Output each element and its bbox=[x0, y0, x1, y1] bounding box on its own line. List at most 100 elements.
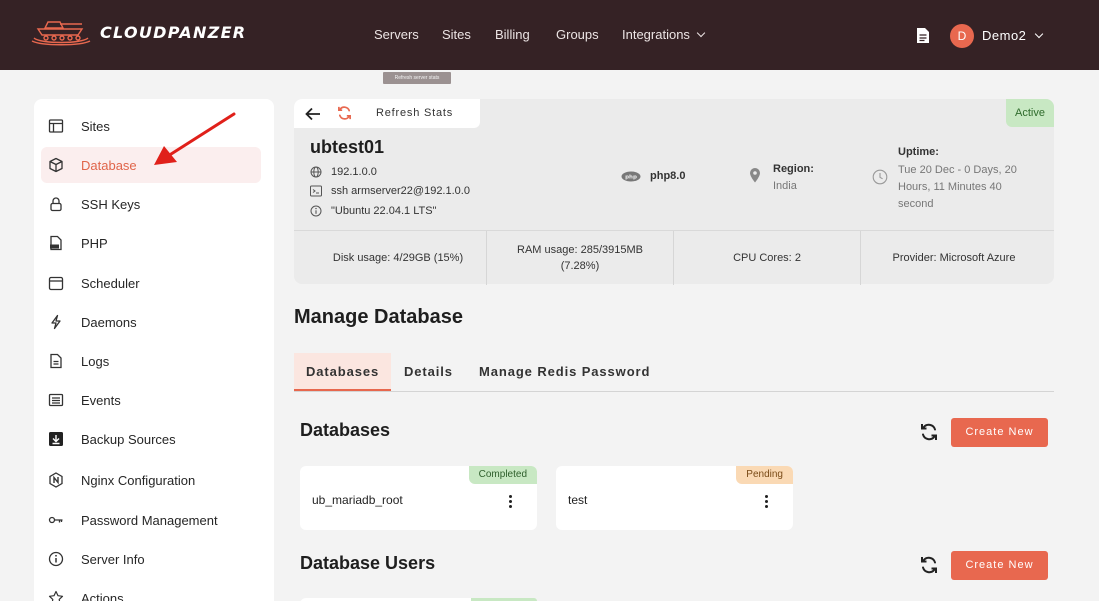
cpu-cores-value: 2 bbox=[794, 252, 801, 264]
sidebar-item-label: Backup Sources bbox=[81, 431, 176, 447]
file-icon bbox=[50, 353, 62, 369]
sidebar-item-ssh-keys[interactable]: SSH Keys bbox=[34, 186, 274, 222]
refresh-icon[interactable] bbox=[337, 105, 352, 121]
terminal-icon bbox=[310, 185, 322, 197]
nav-integrations-label: Integrations bbox=[622, 27, 690, 42]
layout-icon bbox=[48, 119, 64, 133]
avatar[interactable]: D bbox=[950, 24, 974, 48]
sidebar-item-label: Sites bbox=[81, 118, 110, 134]
ram-usage: RAM usage: 285/3915MB (7.28%) bbox=[487, 231, 673, 285]
chevron-down-icon bbox=[696, 28, 706, 38]
nav-groups[interactable]: Groups bbox=[556, 27, 599, 42]
bolt-icon bbox=[51, 314, 61, 330]
sidebar-item-label: PHP bbox=[81, 235, 108, 251]
cube-icon bbox=[49, 157, 63, 173]
uptime-line: second bbox=[898, 198, 934, 210]
refresh-tooltip: Refresh server stats bbox=[383, 72, 451, 84]
svg-text:php: php bbox=[625, 174, 637, 180]
nav-integrations[interactable]: Integrations bbox=[622, 27, 706, 42]
server-ssh: ssh armserver22@192.1.0.0 bbox=[310, 185, 470, 197]
cpu-cores: CPU Cores: 2 bbox=[674, 231, 860, 285]
back-arrow-icon[interactable] bbox=[305, 107, 321, 121]
sidebar-item-label: Nginx Configuration bbox=[81, 472, 196, 488]
uptime-value: Tue 20 Dec - 0 Days, 20 Hours, 11 Minute… bbox=[898, 162, 1017, 213]
sidebar-item-daemons[interactable]: Daemons bbox=[34, 304, 274, 340]
server-ip: 192.1.0.0 bbox=[310, 166, 377, 178]
provider-value: Microsoft Azure bbox=[939, 252, 1016, 264]
provider-label: Provider: bbox=[892, 252, 937, 264]
sidebar-item-label: Logs bbox=[81, 353, 110, 369]
provider: Provider: Microsoft Azure bbox=[861, 231, 1047, 285]
sync-icon[interactable] bbox=[919, 422, 939, 442]
uptime-line: Hours, 11 Minutes 40 bbox=[898, 181, 1002, 193]
server-stats-row: Disk usage: 4/29GB (15%) RAM usage: 285/… bbox=[294, 230, 1054, 285]
refresh-stats-button[interactable]: Refresh Stats bbox=[376, 107, 453, 119]
tab-manage-redis-password[interactable]: Manage Redis Password bbox=[479, 353, 650, 391]
sidebar-item-label: Events bbox=[81, 392, 121, 408]
clock-icon bbox=[872, 169, 888, 185]
info-icon bbox=[310, 205, 322, 217]
database-name: ub_mariadb_root bbox=[312, 493, 403, 507]
cpu-cores-label: CPU Cores: bbox=[733, 252, 792, 264]
chevron-down-icon bbox=[1035, 29, 1044, 39]
brand-name: CLOUDPANZER bbox=[100, 22, 247, 42]
server-summary-card: Refresh Stats Active ubtest01 192.1.0.0 … bbox=[294, 99, 1054, 285]
user-name: Demo2 bbox=[982, 28, 1027, 43]
disk-usage-value: 4/29GB (15%) bbox=[393, 252, 464, 264]
refresh-stats-bar: Refresh Stats bbox=[294, 99, 480, 128]
sidebar-item-actions[interactable]: Actions bbox=[34, 580, 274, 601]
list-icon bbox=[48, 393, 64, 407]
download-icon bbox=[49, 432, 63, 446]
disk-usage: Disk usage: 4/29GB (15%) bbox=[309, 231, 487, 285]
document-icon[interactable] bbox=[916, 27, 930, 44]
more-options-icon[interactable] bbox=[509, 495, 513, 509]
status-badge: Pending bbox=[736, 466, 793, 484]
disk-usage-label: Disk usage: bbox=[332, 252, 391, 264]
php-version: php php8.0 bbox=[621, 170, 685, 182]
create-database-button[interactable]: Create New bbox=[951, 418, 1048, 447]
sidebar-item-backup-sources[interactable]: Backup Sources bbox=[34, 421, 274, 457]
sidebar-item-server-info[interactable]: Server Info bbox=[34, 541, 274, 577]
tab-details[interactable]: Details bbox=[404, 353, 453, 391]
server-sidebar: Sites Database SSH Keys PHP Scheduler Da… bbox=[34, 99, 274, 601]
region-label: Region: bbox=[773, 163, 814, 175]
user-menu[interactable]: Demo2 bbox=[982, 28, 1044, 43]
sidebar-item-label: SSH Keys bbox=[81, 196, 141, 212]
brand-logo[interactable]: CLOUDPANZER bbox=[30, 14, 246, 50]
nav-sites[interactable]: Sites bbox=[442, 27, 471, 42]
nav-servers[interactable]: Servers bbox=[374, 27, 419, 42]
sidebar-item-scheduler[interactable]: Scheduler bbox=[34, 265, 274, 301]
database-tabs: Databases Details Manage Redis Password bbox=[294, 353, 1054, 392]
nav-billing[interactable]: Billing bbox=[495, 27, 530, 42]
sidebar-item-logs[interactable]: Logs bbox=[34, 343, 274, 379]
database-card[interactable]: Completed ub_mariadb_root bbox=[300, 466, 537, 530]
sidebar-item-label: Database bbox=[81, 157, 137, 173]
globe-icon bbox=[310, 166, 322, 178]
database-card[interactable]: Pending test bbox=[556, 466, 793, 530]
sidebar-item-password-management[interactable]: Password Management bbox=[34, 502, 274, 538]
status-badge: Completed bbox=[468, 466, 537, 484]
sidebar-item-events[interactable]: Events bbox=[34, 382, 274, 418]
create-database-user-button[interactable]: Create New bbox=[951, 551, 1048, 580]
server-os: "Ubuntu 22.04.1 LTS" bbox=[310, 205, 436, 217]
server-ssh-value[interactable]: ssh armserver22@192.1.0.0 bbox=[331, 185, 470, 197]
region-value: India bbox=[773, 180, 797, 192]
sidebar-item-nginx-configuration[interactable]: Nginx Configuration bbox=[34, 462, 274, 498]
star-icon bbox=[48, 590, 64, 601]
server-ip-value: 192.1.0.0 bbox=[331, 166, 377, 178]
more-options-icon[interactable] bbox=[765, 495, 769, 509]
info-icon bbox=[48, 551, 64, 567]
php-file-icon bbox=[50, 235, 62, 251]
server-name: ubtest01 bbox=[310, 137, 385, 157]
sidebar-item-php[interactable]: PHP bbox=[34, 225, 274, 261]
sidebar-item-label: Server Info bbox=[81, 551, 145, 567]
server-os-value: "Ubuntu 22.04.1 LTS" bbox=[331, 205, 437, 217]
tab-databases[interactable]: Databases bbox=[294, 353, 392, 391]
uptime-label: Uptime: bbox=[898, 146, 939, 158]
php-version-value: php8.0 bbox=[650, 170, 686, 182]
top-navbar: CLOUDPANZER Servers Sites Billing Groups… bbox=[0, 0, 1099, 70]
database-users-section-title: Database Users bbox=[300, 553, 436, 573]
sync-icon[interactable] bbox=[919, 555, 939, 575]
ram-usage-percent: (7.28%) bbox=[560, 260, 600, 272]
tank-logo-icon bbox=[31, 21, 91, 46]
